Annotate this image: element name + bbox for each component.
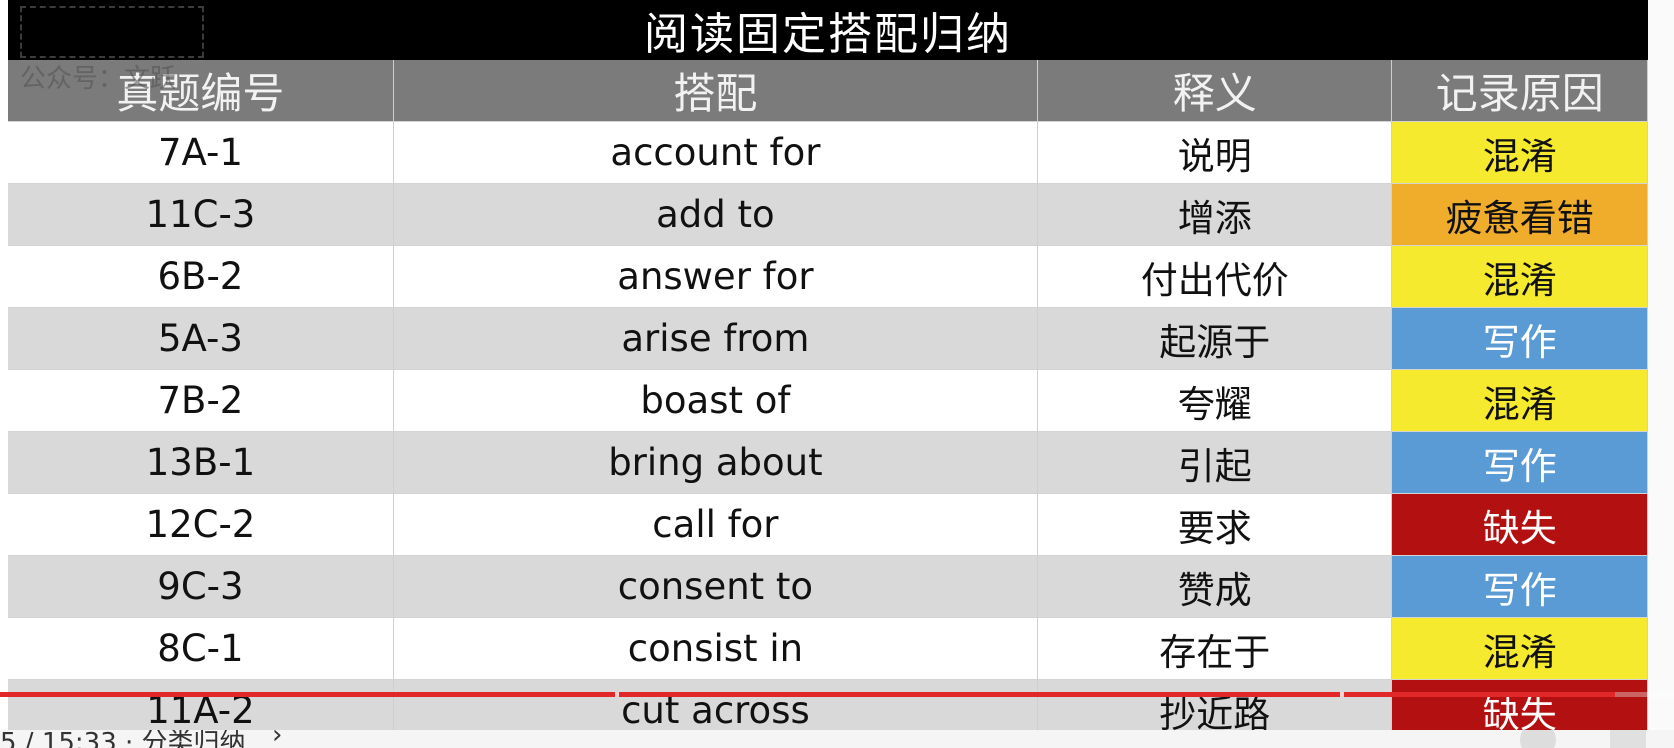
cell-id: 13B-1 [8,431,394,494]
cell-reason: 混淆 [1391,121,1648,184]
cell-phrase: consist in [393,617,1038,680]
cell-id: 6B-2 [8,245,394,308]
right-gutter [1648,0,1674,748]
cell-id: 7B-2 [8,369,394,432]
cell-meaning: 付出代价 [1037,245,1393,308]
player-controls: 5 / 15:33 · 分类归纳 › [0,730,1674,748]
channel-watermark: 公众号：文跃 [20,6,210,116]
col-header-reason: 记录原因 [1391,60,1648,122]
cell-reason: 混淆 [1391,617,1648,680]
cell-meaning: 存在于 [1037,617,1393,680]
cell-meaning: 引起 [1037,431,1393,494]
header-row: 真题编号 搭配 释义 记录原因 [8,60,1648,122]
play-button-icon[interactable] [1520,730,1556,748]
table-row: 6B-2 answer for 付出代价 混淆 [8,245,1648,308]
chevron-right-icon[interactable]: › [272,730,282,748]
cell-reason: 缺失 [1391,493,1648,556]
table-row: 11C-3 add to 增添 疲惫看错 [8,183,1648,246]
cell-reason: 写作 [1391,431,1648,494]
cell-phrase: arise from [393,307,1038,370]
table-row: 7A-1 account for 说明 混淆 [8,121,1648,184]
cell-meaning: 赞成 [1037,555,1393,618]
time-display: 5 / 15:33 · 分类归纳 [0,730,246,748]
video-progress-bar[interactable] [0,692,1674,697]
col-header-phrase: 搭配 [393,60,1038,122]
cell-meaning: 说明 [1037,121,1393,184]
cell-phrase: add to [393,183,1038,246]
cell-id: 12C-2 [8,493,394,556]
cell-phrase: boast of [393,369,1038,432]
chapter-marker [615,692,619,697]
watermark-logo-icon [20,6,204,58]
table-row: 9C-3 consent to 赞成 写作 [8,555,1648,618]
cell-reason: 写作 [1391,555,1648,618]
sheet-title: 阅读固定搭配归纳 [8,0,1648,60]
video-progress-fill [0,692,1616,697]
table-row: 13B-1 bring about 引起 写作 [8,431,1648,494]
table-row: 5A-3 arise from 起源于 写作 [8,307,1648,370]
table-row: 7B-2 boast of 夸耀 混淆 [8,369,1648,432]
cell-meaning: 起源于 [1037,307,1393,370]
cell-reason: 疲惫看错 [1391,183,1648,246]
cell-id: 7A-1 [8,121,394,184]
chapter-marker [1340,692,1344,697]
cell-reason: 混淆 [1391,369,1648,432]
cell-phrase: answer for [393,245,1038,308]
watermark-text: 公众号：文跃 [20,64,177,94]
cell-reason: 写作 [1391,307,1648,370]
cell-id: 5A-3 [8,307,394,370]
cell-reason: 混淆 [1391,245,1648,308]
cell-id: 11C-3 [8,183,394,246]
collocation-table: 真题编号 搭配 释义 记录原因 7A-1 account for 说明 混淆 1… [8,60,1648,742]
cell-meaning: 要求 [1037,493,1393,556]
cell-id: 9C-3 [8,555,394,618]
col-header-meaning: 释义 [1037,60,1393,122]
cell-phrase: account for [393,121,1038,184]
settings-icon[interactable] [1610,730,1646,748]
table-row: 12C-2 call for 要求 缺失 [8,493,1648,556]
cell-phrase: call for [393,493,1038,556]
cell-phrase: bring about [393,431,1038,494]
sheet-title-text: 阅读固定搭配归纳 [644,9,1012,60]
table-row: 8C-1 consist in 存在于 混淆 [8,617,1648,680]
cell-meaning: 增添 [1037,183,1393,246]
cell-id: 8C-1 [8,617,394,680]
cell-meaning: 夸耀 [1037,369,1393,432]
cell-phrase: consent to [393,555,1038,618]
